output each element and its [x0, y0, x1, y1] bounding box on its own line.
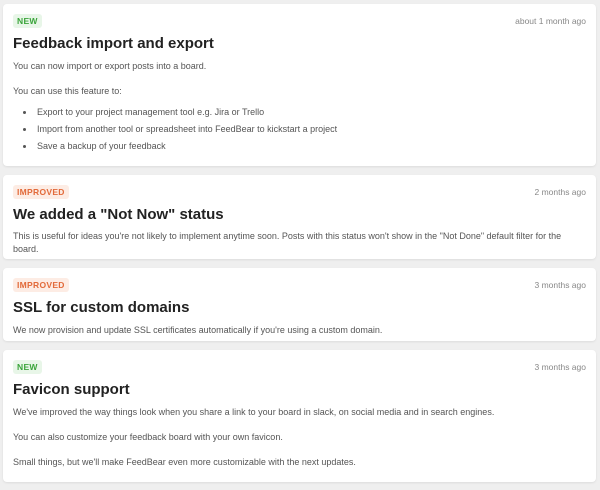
list-item-text: Save a backup of your feedback	[37, 141, 166, 151]
post-title[interactable]: Favicon support	[13, 380, 586, 400]
list-item-text: Import from another tool or spreadsheet …	[37, 124, 338, 134]
status-badge-improved: IMPROVED	[13, 278, 69, 292]
status-badge-improved: IMPROVED	[13, 185, 69, 199]
post-paragraph: We now provision and update SSL certific…	[13, 325, 383, 335]
post-paragraph: You can use this feature to:	[13, 86, 122, 96]
bullet-icon	[23, 145, 26, 148]
post-timestamp: 2 months ago	[534, 187, 586, 197]
list-item: Save a backup of your feedback	[13, 140, 586, 153]
changelog-post: NEW about 1 month ago Feedback import an…	[3, 4, 596, 166]
post-timestamp: 3 months ago	[534, 280, 586, 290]
post-title[interactable]: Feedback import and export	[13, 34, 586, 54]
changelog-post: IMPROVED 2 months ago We added a "Not No…	[3, 175, 596, 259]
post-paragraph: Small things, but we'll make FeedBear ev…	[13, 457, 356, 467]
bullet-icon	[23, 111, 26, 114]
list-item: Export to your project management tool e…	[13, 106, 586, 119]
list-item-text: Export to your project management tool e…	[37, 107, 265, 117]
changelog-post: IMPROVED 3 months ago SSL for custom dom…	[3, 268, 596, 341]
changelog-feed: NEW about 1 month ago Feedback import an…	[0, 0, 600, 490]
bullet-icon	[23, 128, 26, 131]
post-timestamp: about 1 month ago	[515, 16, 586, 26]
post-paragraph: You can also customize your feedback boa…	[13, 432, 283, 442]
list-item: Import from another tool or spreadsheet …	[13, 123, 586, 136]
post-paragraph: This is useful for ideas you're not like…	[13, 231, 562, 254]
post-bullet-list: Export to your project management tool e…	[13, 106, 586, 153]
status-badge-new: NEW	[13, 14, 42, 28]
post-paragraph: You can now import or export posts into …	[13, 61, 207, 71]
post-title[interactable]: We added a "Not Now" status	[13, 205, 586, 225]
post-paragraph: We've improved the way things look when …	[13, 407, 495, 417]
changelog-post: NEW 3 months ago Favicon support We've i…	[3, 350, 596, 482]
post-title[interactable]: SSL for custom domains	[13, 298, 586, 318]
status-badge-new: NEW	[13, 360, 42, 374]
post-timestamp: 3 months ago	[534, 362, 586, 372]
